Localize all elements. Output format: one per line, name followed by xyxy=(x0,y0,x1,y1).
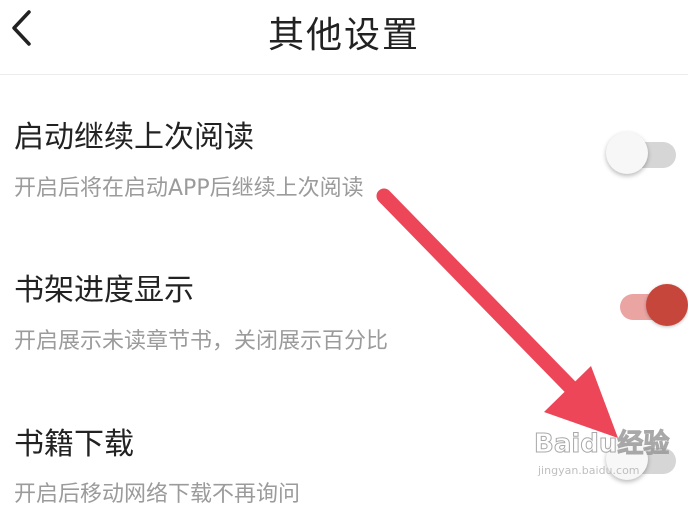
toggle-knob xyxy=(606,132,648,174)
setting-title: 启动继续上次阅读 xyxy=(14,120,254,155)
header-bar: 其他设置 xyxy=(0,0,688,75)
toggle-resume-reading[interactable] xyxy=(606,132,676,176)
toggle-knob xyxy=(606,438,648,480)
toggle-knob xyxy=(646,284,688,326)
setting-title: 书架进度显示 xyxy=(14,273,194,308)
toggle-book-download[interactable] xyxy=(606,438,676,482)
setting-title: 书籍下载 xyxy=(14,427,134,462)
page-title: 其他设置 xyxy=(267,15,420,56)
setting-description: 开启后将在启动APP后继续上次阅读 xyxy=(14,176,364,201)
toggle-shelf-progress[interactable] xyxy=(606,284,688,328)
setting-description: 开启展示未读章节书，关闭展示百分比 xyxy=(14,329,389,354)
setting-description: 开启后移动网络下载不再询问 xyxy=(14,482,301,507)
